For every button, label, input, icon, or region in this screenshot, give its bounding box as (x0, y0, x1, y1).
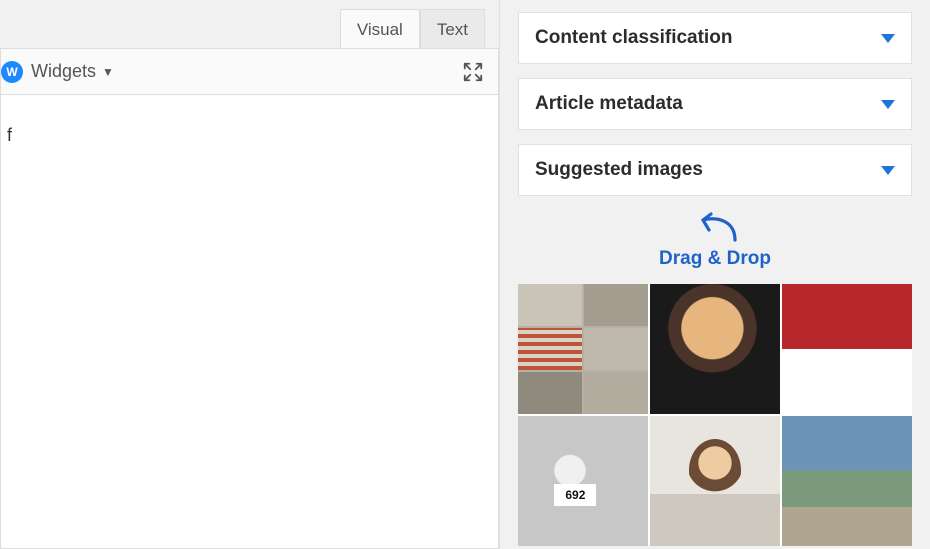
fullscreen-button[interactable] (462, 61, 484, 83)
tab-text[interactable]: Text (420, 9, 485, 48)
chevron-down-icon (881, 34, 895, 43)
caret-down-icon: ▼ (102, 65, 114, 79)
editor-text-fragment: f (7, 125, 12, 145)
runner-bib-number: 692 (554, 484, 596, 506)
panel-label: Article metadata (535, 93, 683, 115)
suggested-images-grid: 692 (518, 284, 912, 546)
widgets-dropdown[interactable]: Widgets ▼ (31, 61, 114, 82)
tab-visual[interactable]: Visual (340, 9, 420, 48)
curved-arrow-icon (685, 210, 745, 246)
fullscreen-icon (462, 61, 484, 83)
suggested-image-tile[interactable] (782, 284, 912, 414)
panel-suggested-images[interactable]: Suggested images (518, 144, 912, 196)
drag-drop-label: Drag & Drop (518, 248, 912, 270)
toolbar-left: W Widgets ▼ (1, 61, 114, 83)
image-thumbnail (518, 284, 648, 414)
suggested-image-tile[interactable] (782, 416, 912, 546)
sidebar: Content classification Article metadata … (500, 0, 930, 549)
chevron-down-icon (881, 166, 895, 175)
image-thumbnail (650, 284, 780, 414)
image-thumbnail (650, 416, 780, 546)
widgets-badge-icon: W (1, 61, 23, 83)
drag-drop-hint: Drag & Drop (518, 210, 912, 274)
tab-visual-label: Visual (357, 20, 403, 39)
widgets-label: Widgets (31, 61, 96, 82)
suggested-image-tile[interactable]: 692 (518, 416, 648, 546)
image-thumbnail: 692 (518, 416, 648, 546)
suggested-image-tile[interactable] (650, 416, 780, 546)
suggested-image-tile[interactable] (650, 284, 780, 414)
panel-content-classification[interactable]: Content classification (518, 12, 912, 64)
image-thumbnail (782, 416, 912, 546)
app-root: Visual Text W Widgets ▼ f (0, 0, 930, 549)
panel-label: Suggested images (535, 159, 703, 181)
tab-text-label: Text (437, 20, 468, 39)
panel-label: Content classification (535, 27, 732, 49)
editor-toolbar: W Widgets ▼ (0, 48, 499, 94)
editor-tabs: Visual Text (0, 0, 499, 48)
editor-content-area[interactable]: f (0, 94, 499, 549)
panel-article-metadata[interactable]: Article metadata (518, 78, 912, 130)
image-thumbnail (782, 284, 912, 414)
editor-pane: Visual Text W Widgets ▼ f (0, 0, 500, 549)
suggested-image-tile[interactable] (518, 284, 648, 414)
chevron-down-icon (881, 100, 895, 109)
